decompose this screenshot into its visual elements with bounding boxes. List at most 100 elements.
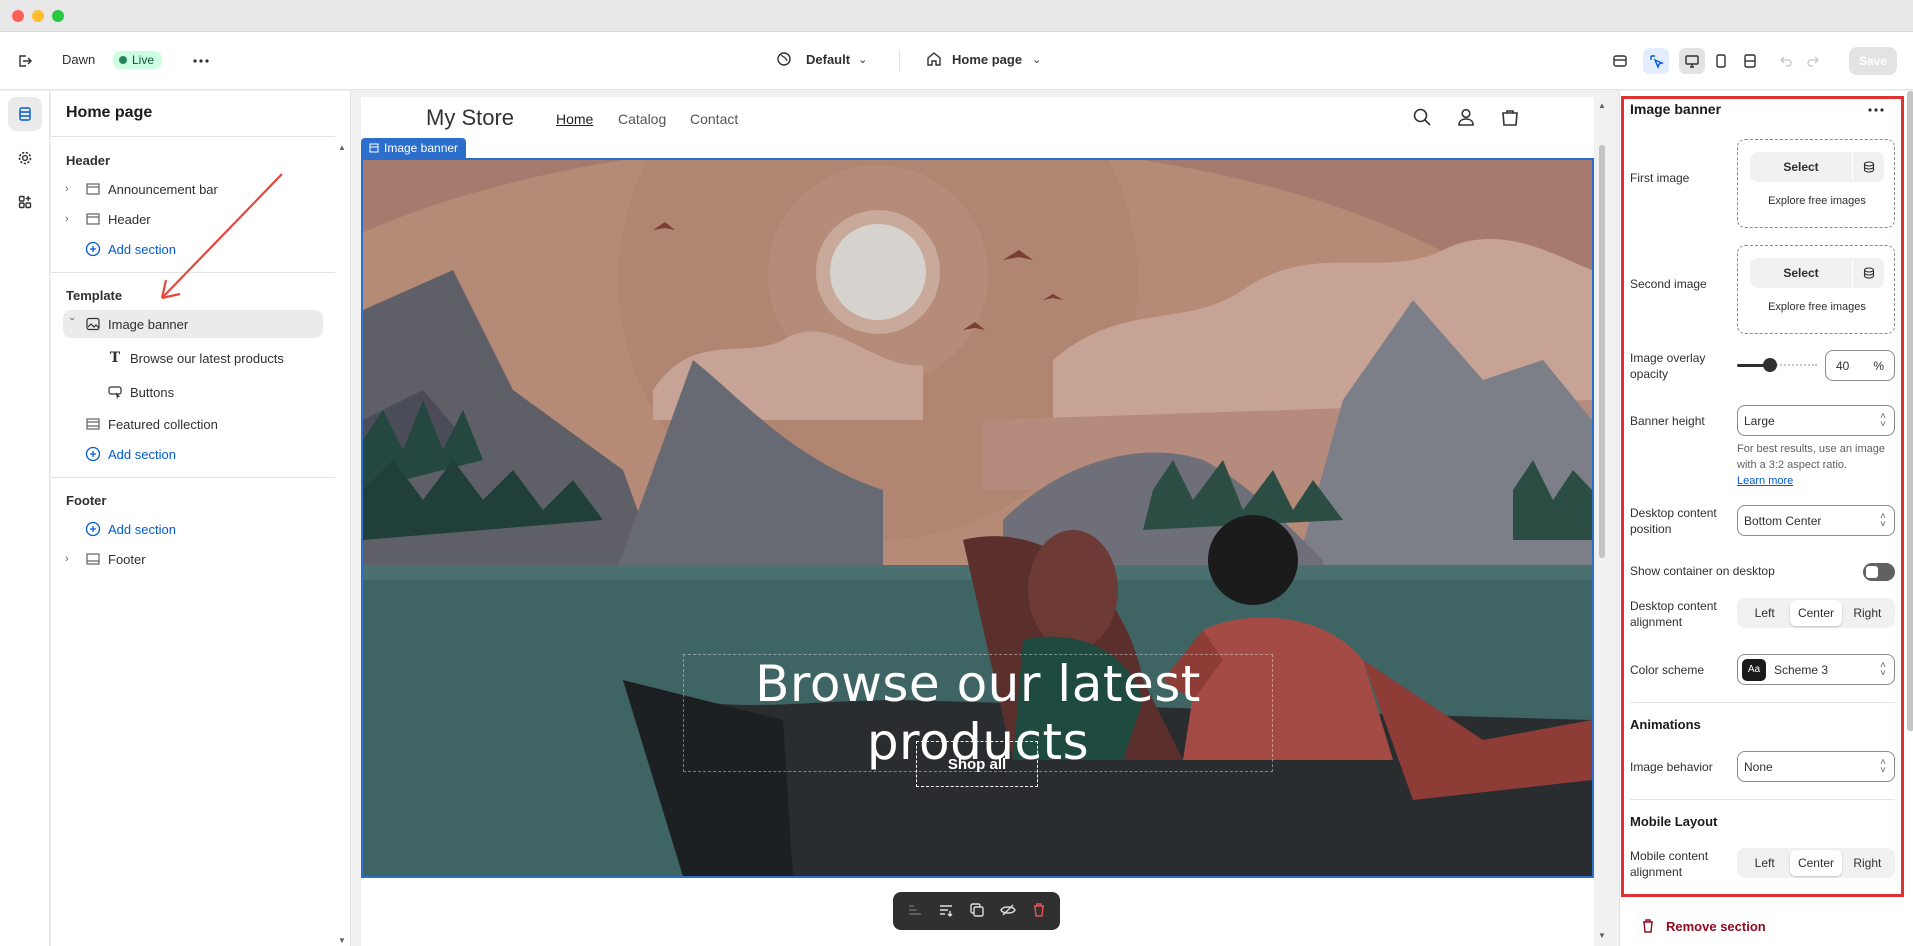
text-icon: T [109, 350, 121, 366]
scroll-down-arrow[interactable]: ▼ [1598, 931, 1606, 940]
move-up-icon[interactable] [907, 902, 923, 921]
sidebar-item-label: Header [108, 211, 151, 227]
mobile-align-right-option[interactable]: Right [1842, 850, 1893, 876]
hide-eye-icon[interactable] [999, 902, 1016, 921]
cart-icon[interactable] [1500, 107, 1520, 130]
chevron-right-icon[interactable]: › [65, 183, 79, 195]
panel-scrollbar-thumb[interactable] [1907, 91, 1913, 731]
theme-settings-gear-icon[interactable] [8, 141, 42, 175]
search-icon[interactable] [1412, 107, 1432, 130]
undo-icon[interactable] [1773, 48, 1799, 74]
mobile-align-center-option[interactable]: Center [1790, 850, 1842, 876]
view-selector[interactable]: Default ⌄ [776, 51, 867, 67]
apps-icon[interactable] [8, 185, 42, 219]
scroll-up-arrow[interactable]: ▲ [338, 143, 346, 152]
nav-catalog[interactable]: Catalog [618, 111, 666, 127]
sidebar-item-footer[interactable]: › Footer [63, 545, 323, 573]
store-header[interactable]: My Store Home Catalog Contact [361, 97, 1594, 143]
desktop-content-position-select[interactable]: Bottom Center ˄ ˅ [1737, 505, 1895, 536]
database-icon[interactable] [1852, 152, 1884, 182]
image-banner-tag-label: Image banner [384, 141, 459, 155]
align-center-option[interactable]: Center [1790, 600, 1842, 626]
mobile-layout-heading: Mobile Layout [1630, 814, 1718, 829]
view-selector-label: Default [806, 51, 851, 67]
desktop-view-icon[interactable] [1679, 48, 1705, 74]
chevron-right-icon[interactable]: › [65, 213, 79, 225]
sidebar-item-featured-collection[interactable]: Featured collection [63, 410, 323, 438]
add-section-label: Add section [108, 446, 176, 462]
page-selector[interactable]: Home page ⌄ [926, 51, 1041, 67]
add-section-footer-button[interactable]: Add section [63, 515, 323, 543]
close-window-button[interactable] [12, 10, 24, 22]
save-button[interactable]: Save [1849, 47, 1897, 75]
sidebar-item-announcement-bar[interactable]: › Announcement bar [63, 175, 323, 203]
scroll-down-arrow[interactable]: ▼ [338, 936, 346, 945]
preview-scrollbar-thumb[interactable] [1599, 145, 1605, 558]
page-selector-label: Home page [952, 51, 1023, 67]
preview-scrollbar[interactable]: ▲ ▼ [1598, 101, 1606, 941]
live-dot-icon [119, 56, 127, 64]
sections-icon[interactable] [8, 97, 42, 131]
scroll-up-arrow[interactable]: ▲ [1598, 101, 1606, 110]
store-icon[interactable] [1607, 48, 1633, 74]
align-left-option[interactable]: Left [1739, 600, 1790, 626]
image-banner-tag[interactable]: Image banner [361, 138, 467, 158]
first-image-select[interactable]: Select [1750, 152, 1884, 182]
sidebar-divider [51, 136, 335, 137]
zoom-window-button[interactable] [52, 10, 64, 22]
remove-section-button[interactable]: Remove section [1640, 918, 1766, 934]
color-scheme-select[interactable]: Aa Scheme 3 ˄ ˅ [1737, 654, 1895, 685]
slider-thumb[interactable] [1763, 358, 1777, 372]
shop-all-button[interactable]: Shop all [916, 741, 1038, 787]
duplicate-icon[interactable] [969, 902, 985, 921]
minimize-window-button[interactable] [32, 10, 44, 22]
overlay-opacity-input[interactable]: 40 % [1825, 350, 1895, 381]
mobile-view-icon[interactable] [1708, 48, 1734, 74]
add-section-header-button[interactable]: Add section [63, 235, 323, 263]
block-floating-toolbar [893, 892, 1060, 930]
sidebar-item-buttons-block[interactable]: Buttons [63, 378, 323, 406]
panel-more-ellipsis-icon[interactable] [1868, 100, 1884, 115]
help-text: For best results, use an image with a 3:… [1737, 443, 1885, 471]
explore-free-images-link[interactable]: Explore free images [1738, 195, 1896, 207]
image-behavior-select[interactable]: None ˄ ˅ [1737, 751, 1895, 782]
account-icon[interactable] [1456, 107, 1476, 130]
section-icon [85, 211, 101, 227]
nav-home[interactable]: Home [556, 111, 593, 127]
add-section-template-button[interactable]: Add section [63, 440, 323, 468]
sidebar-item-text-block[interactable]: T Browse our latest products [63, 344, 323, 372]
sidebar-item-header[interactable]: › Header [63, 205, 323, 233]
first-image-picker[interactable]: Select Explore free images [1737, 139, 1895, 228]
align-right-option[interactable]: Right [1842, 600, 1893, 626]
chevron-right-icon[interactable]: › [65, 553, 79, 565]
desktop-alignment-segmented[interactable]: Left Center Right [1737, 598, 1895, 628]
delete-trash-icon[interactable] [1031, 902, 1047, 921]
more-actions-button[interactable] [188, 48, 214, 74]
store-name[interactable]: My Store [426, 105, 514, 131]
chevron-down-icon[interactable]: › [66, 317, 78, 331]
mobile-alignment-segmented[interactable]: Left Center Right [1737, 848, 1895, 878]
explore-free-images-link[interactable]: Explore free images [1738, 301, 1896, 313]
redo-icon[interactable] [1800, 48, 1826, 74]
fullscreen-icon[interactable] [1737, 48, 1763, 74]
second-image-picker[interactable]: Select Explore free images [1737, 245, 1895, 334]
show-container-toggle[interactable] [1863, 563, 1895, 581]
sidebar-item-label: Browse our latest products [130, 350, 284, 366]
banner-height-select[interactable]: Large ˄ ˅ [1737, 405, 1895, 436]
template-group-title: Template [66, 288, 123, 303]
learn-more-link[interactable]: Learn more [1737, 475, 1793, 487]
nav-contact[interactable]: Contact [690, 111, 738, 127]
move-down-icon[interactable] [938, 902, 954, 921]
sidebar-item-label: Footer [108, 551, 146, 567]
database-icon[interactable] [1852, 258, 1884, 288]
sidebar-item-image-banner[interactable]: › Image banner [63, 310, 323, 338]
trash-icon [1643, 919, 1653, 933]
image-banner[interactable]: Browse our latest products Shop all [361, 158, 1594, 878]
mobile-align-left-option[interactable]: Left [1739, 850, 1790, 876]
animations-heading: Animations [1630, 717, 1701, 732]
inspector-icon[interactable] [1643, 48, 1669, 74]
exit-icon[interactable] [12, 48, 38, 74]
overlay-opacity-slider[interactable] [1737, 358, 1817, 372]
second-image-select[interactable]: Select [1750, 258, 1884, 288]
editor-topbar: Dawn Live Default ⌄ Home page ⌄ Save [0, 32, 1913, 90]
